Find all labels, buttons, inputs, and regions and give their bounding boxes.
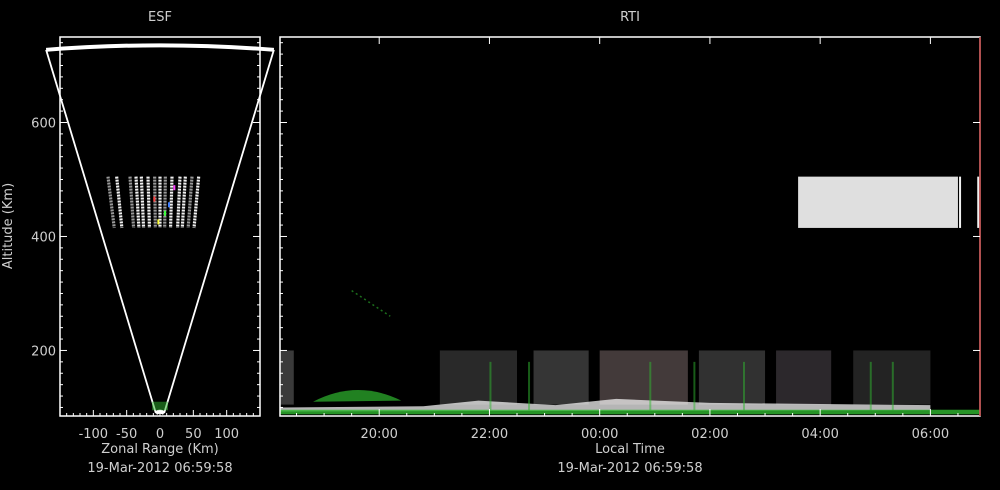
rti-echo-column (533, 350, 589, 405)
esf-ytick-label: 600 (31, 116, 56, 131)
esf-ytick-label: 400 (31, 230, 56, 245)
rti-xtick-label: 20:00 (360, 427, 397, 442)
rti-late-sliver (977, 176, 980, 228)
esf-low-echo (152, 401, 168, 411)
esf-echo-speckle (153, 196, 156, 202)
esf-ylabel: Altitude (Km) (1, 183, 16, 269)
rti-echo-column (599, 350, 688, 405)
esf-echo-speckle (173, 185, 176, 191)
rti-green-streak (489, 361, 492, 411)
rti-green-streak (649, 361, 652, 411)
esf-echo-speckle (157, 219, 160, 225)
rti-green-streak (891, 361, 894, 411)
esf-xlabel: Zonal Range (Km) (101, 442, 218, 457)
esf-echo-band (163, 176, 167, 228)
esf-footer: 19-Mar-2012 06:59:58 (87, 461, 232, 476)
esf-echo-speckle (168, 202, 170, 208)
rti-green-streak (693, 361, 696, 411)
esf-xtick-label: 100 (214, 427, 239, 442)
esf-echo-band (153, 176, 157, 228)
esf-xtick-label: 50 (185, 427, 202, 442)
figure: ESF -100 -50 0 50 100 200 400 600 Zonal Range (… (0, 0, 1000, 490)
rti-bright-block (798, 176, 958, 228)
esf-echo-speckle (164, 210, 166, 216)
rti-xtick-label: 00:00 (581, 427, 618, 442)
rti-xtick-label: 06:00 (912, 427, 949, 442)
rti-xtick-label: 22:00 (471, 427, 508, 442)
rti-xtick-label: 04:00 (801, 427, 838, 442)
esf-xtick-label: -50 (116, 427, 137, 442)
rti-echo-column (439, 350, 518, 405)
esf-ytick-label: 200 (31, 344, 56, 359)
esf-xtick-label: -100 (79, 427, 109, 442)
rti-green-streak (528, 361, 531, 411)
rti-green-streak (742, 361, 745, 411)
rti-footer: 19-Mar-2012 06:59:58 (557, 461, 702, 476)
rti-xtick-label: 02:00 (691, 427, 728, 442)
rti-title: RTI (620, 10, 640, 25)
rti-late-sliver (959, 176, 962, 228)
rti-green-streak (869, 361, 872, 411)
rti-echo-column (698, 350, 766, 405)
esf-echo-band (146, 176, 152, 228)
esf-xtick-label: 0 (156, 427, 164, 442)
esf-echo-band (168, 176, 174, 228)
rti-echo-column (776, 350, 832, 405)
esf-title: ESF (148, 10, 172, 25)
rti-xlabel: Local Time (595, 442, 665, 457)
esf-echo-band (139, 176, 146, 228)
